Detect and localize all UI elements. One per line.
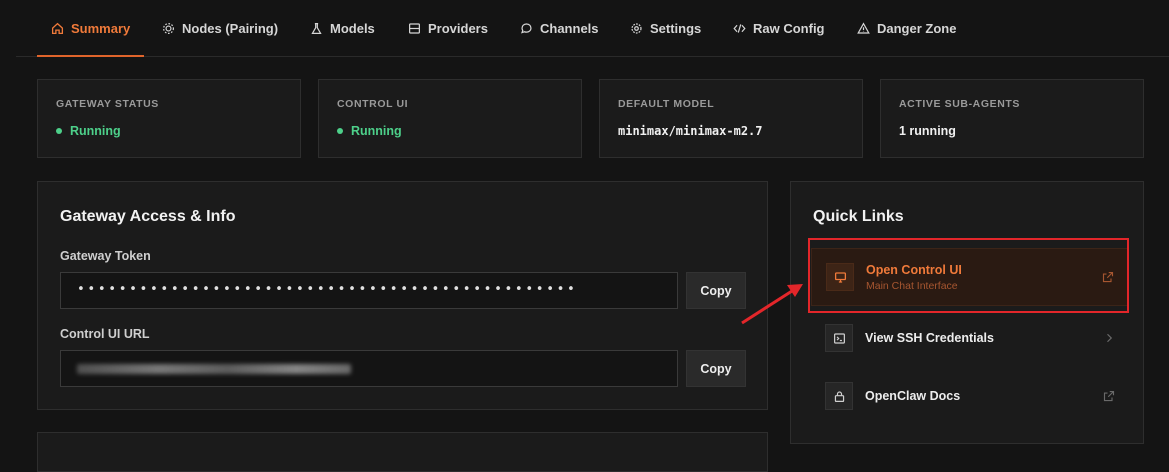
annotation-arrow	[741, 284, 803, 325]
